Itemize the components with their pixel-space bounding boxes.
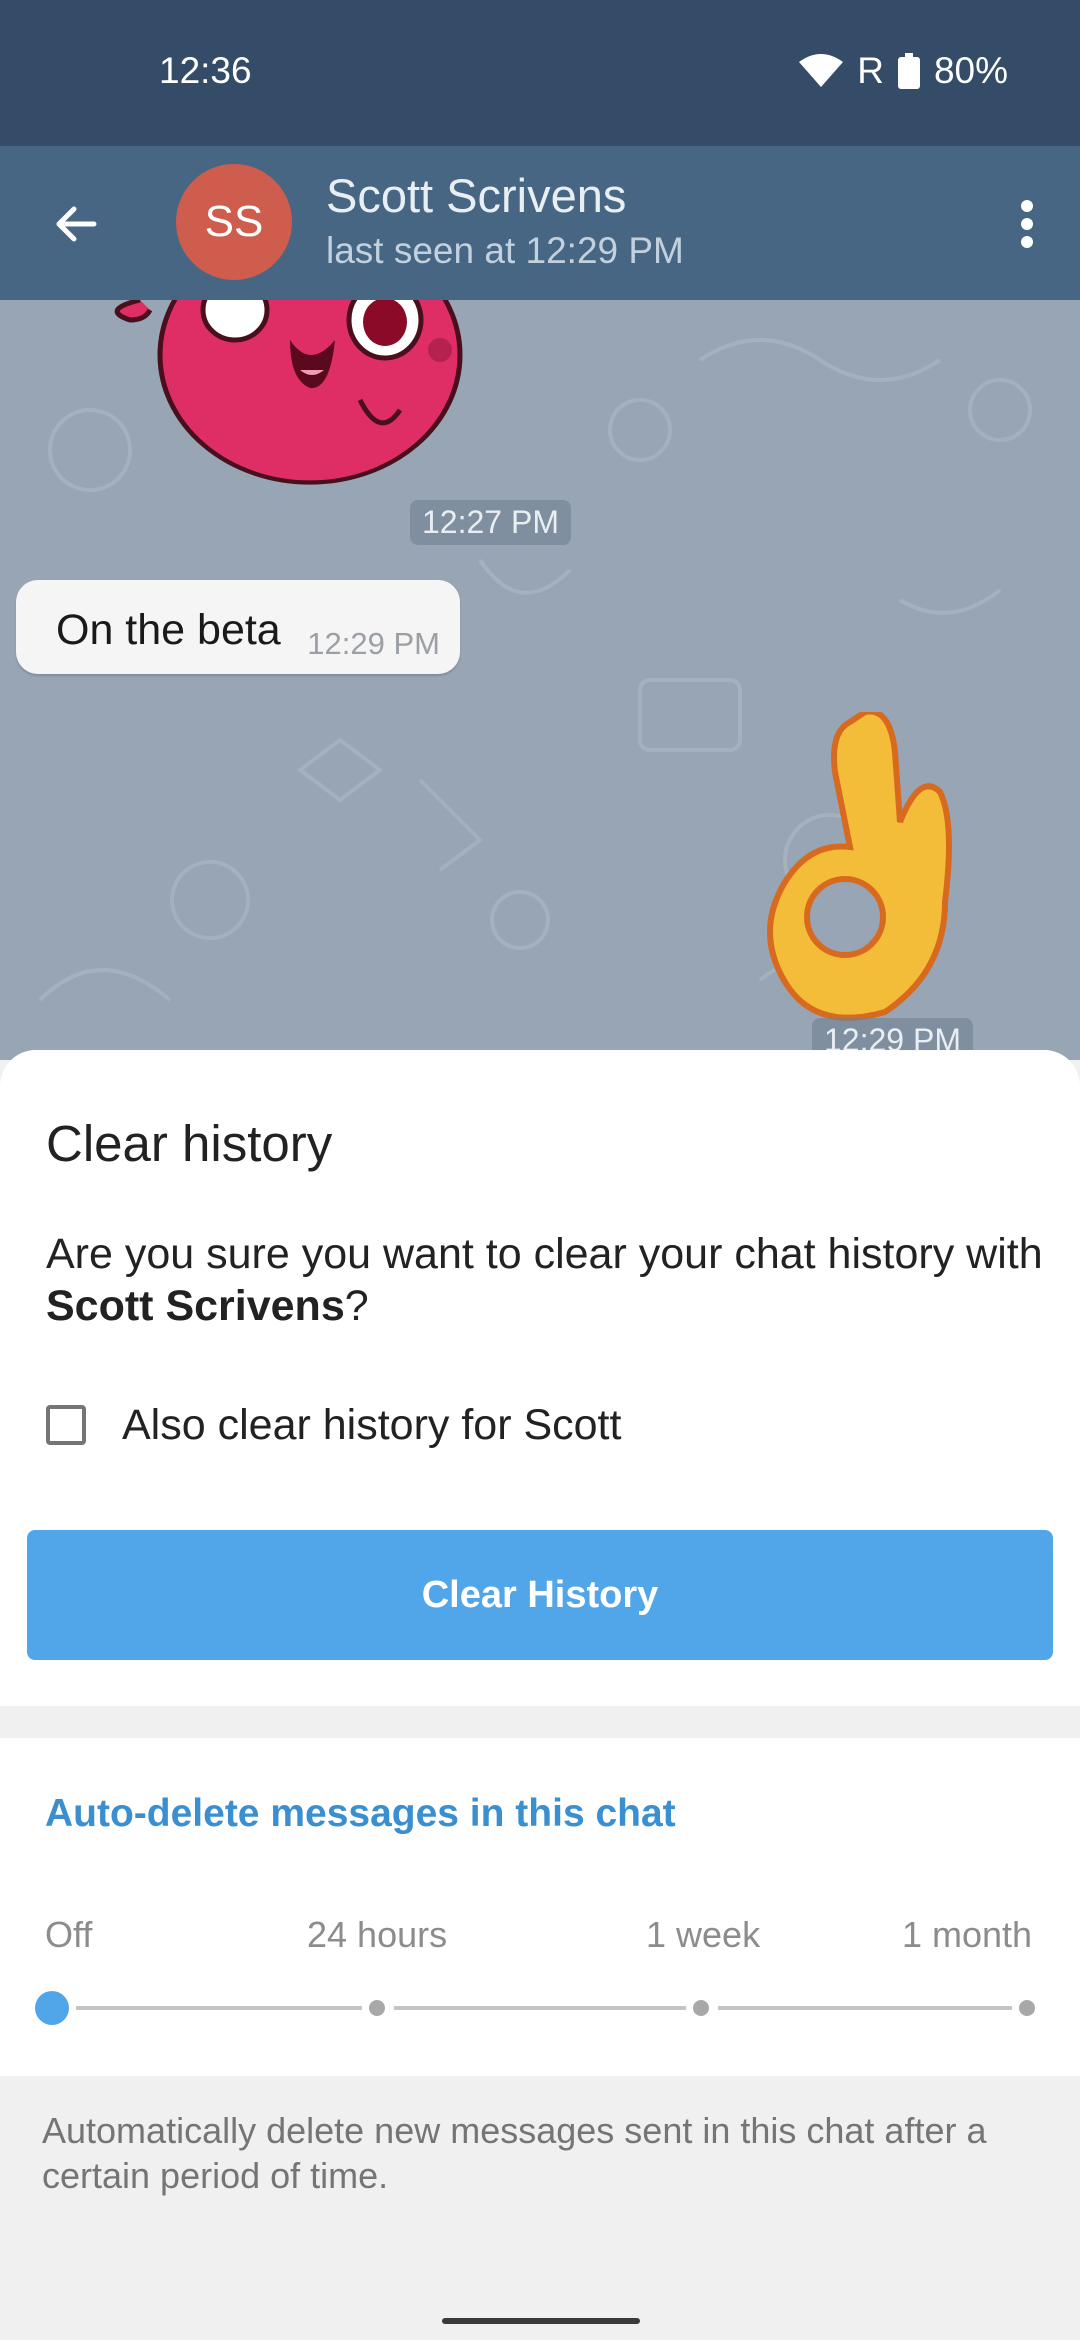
last-seen-status: last seen at 12:29 PM xyxy=(326,230,684,271)
more-vert-icon[interactable] xyxy=(1002,194,1052,254)
clear-history-button[interactable]: Clear History xyxy=(27,1530,1053,1660)
contact-name[interactable]: Scott Scrivens xyxy=(326,168,626,223)
clear-history-card: Clear history Are you sure you want to c… xyxy=(0,1050,1080,1706)
status-bar: 12:36 R 80% xyxy=(0,0,1080,146)
chat-area[interactable]: 12:27 PM On the beta 12:29 PM 12:29 PM xyxy=(0,300,1080,1060)
auto-delete-option-1month[interactable]: 1 month xyxy=(902,1914,1032,1956)
ok-hand-sticker[interactable] xyxy=(755,712,975,1032)
auto-delete-title: Auto-delete messages in this chat xyxy=(45,1792,676,1835)
auto-delete-option-24h[interactable]: 24 hours xyxy=(307,1914,447,1956)
network-indicator: R xyxy=(857,50,884,91)
sticker-timestamp: 12:27 PM xyxy=(410,500,571,545)
auto-delete-description: Automatically delete new messages sent i… xyxy=(42,2110,987,2196)
auto-delete-slider[interactable] xyxy=(0,1988,1080,2028)
dialog-message: Are you sure you want to clear your chat… xyxy=(46,1228,1046,1332)
status-time: 12:36 xyxy=(159,50,252,91)
status-icons: R 80% xyxy=(799,50,1008,92)
auto-delete-card: Auto-delete messages in this chat Off 24… xyxy=(0,1738,1080,2076)
dialog-message-prefix: Are you sure you want to clear your chat… xyxy=(46,1230,1043,1278)
message-text: On the beta xyxy=(56,606,281,654)
dialog-message-suffix: ? xyxy=(344,1282,369,1330)
message-timestamp: 12:29 PM xyxy=(307,626,440,661)
avatar[interactable]: SS xyxy=(176,164,292,280)
also-clear-checkbox[interactable] xyxy=(46,1405,86,1445)
battery-icon xyxy=(897,53,920,89)
chat-header: SS Scott Scrivens last seen at 12:29 PM xyxy=(0,146,1080,300)
wifi-icon xyxy=(799,54,844,87)
dialog-title: Clear history xyxy=(46,1115,333,1172)
incoming-message-bubble[interactable]: On the beta 12:29 PM xyxy=(16,580,460,674)
auto-delete-option-off[interactable]: Off xyxy=(45,1914,92,1956)
auto-delete-option-1week[interactable]: 1 week xyxy=(646,1914,760,1956)
gesture-nav-handle[interactable] xyxy=(442,2318,640,2324)
dialog-message-name: Scott Scrivens xyxy=(46,1282,345,1330)
battery-percent: 80% xyxy=(933,50,1008,91)
also-clear-checkbox-row[interactable]: Also clear history for Scott xyxy=(46,1390,621,1460)
clear-history-sheet: Clear history Are you sure you want to c… xyxy=(0,1050,1080,2340)
back-arrow-icon[interactable] xyxy=(46,194,106,254)
also-clear-checkbox-label[interactable]: Also clear history for Scott xyxy=(122,1401,621,1450)
